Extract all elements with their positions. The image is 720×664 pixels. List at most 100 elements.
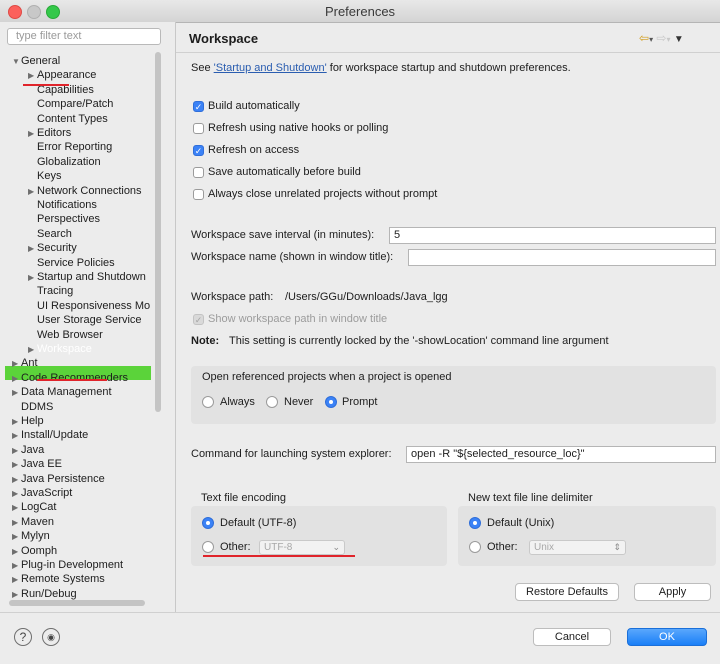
collapsed-triangle-icon[interactable]: ▶ bbox=[12, 487, 21, 501]
collapsed-triangle-icon[interactable]: ▶ bbox=[12, 429, 21, 443]
sidebar-item-ddms[interactable]: DDMS bbox=[12, 400, 53, 414]
delimiter-default-label: Default (Unix) bbox=[487, 517, 555, 529]
forward-icon[interactable]: ⇨ bbox=[656, 31, 666, 45]
sidebar-item-compare-patch[interactable]: Compare/Patch bbox=[28, 97, 113, 111]
sidebar-item-mylyn[interactable]: ▶ Mylyn bbox=[12, 529, 50, 543]
sidebar-item-label: Install/Update bbox=[21, 429, 89, 442]
sidebar-item-keys[interactable]: Keys bbox=[28, 169, 61, 183]
show-path-checkbox: ✓ bbox=[193, 314, 204, 325]
sidebar-item-editors[interactable]: ▶ Editors bbox=[28, 126, 71, 140]
sidebar-item-notifications[interactable]: Notifications bbox=[28, 198, 97, 212]
encoding-other-radio[interactable] bbox=[202, 541, 214, 553]
sidebar-item-workspace[interactable]: ▶ Workspace bbox=[28, 342, 92, 356]
sidebar-item-java-ee[interactable]: ▶ Java EE bbox=[12, 457, 62, 471]
encoding-default-radio[interactable] bbox=[202, 517, 214, 529]
sidebar-item-web-browser[interactable]: Web Browser bbox=[28, 328, 103, 342]
sidebar-item-run-debug[interactable]: ▶ Run/Debug bbox=[12, 587, 77, 601]
forward-menu-icon[interactable]: ▾ bbox=[666, 35, 670, 44]
sidebar-item-code-recommenders[interactable]: ▶ Code Recommenders bbox=[12, 371, 128, 385]
sidebar-item-java[interactable]: ▶ Java bbox=[12, 443, 44, 457]
collapsed-triangle-icon[interactable]: ▶ bbox=[12, 386, 21, 400]
sidebar-item-data-management[interactable]: ▶ Data Management bbox=[12, 385, 112, 399]
restore-defaults-button[interactable]: Restore Defaults bbox=[515, 583, 619, 601]
collapsed-triangle-icon[interactable]: ▶ bbox=[28, 271, 37, 285]
collapsed-triangle-icon[interactable]: ▶ bbox=[28, 343, 37, 357]
sidebar-item-javascript[interactable]: ▶ JavaScript bbox=[12, 486, 72, 500]
checkbox-always-close-unrelated-projects-without-prompt[interactable] bbox=[193, 189, 204, 200]
collapsed-triangle-icon[interactable]: ▶ bbox=[12, 458, 21, 472]
sidebar-item-error-reporting[interactable]: Error Reporting bbox=[28, 140, 112, 154]
checkbox-refresh-using-native-hooks-or-polling[interactable] bbox=[193, 123, 204, 134]
sidebar-item-perspectives[interactable]: Perspectives bbox=[28, 212, 100, 226]
checkbox-build-automatically[interactable]: ✓ bbox=[193, 101, 204, 112]
sidebar-item-search[interactable]: Search bbox=[28, 227, 72, 241]
sidebar-item-logcat[interactable]: ▶ LogCat bbox=[12, 500, 56, 514]
apply-button[interactable]: Apply bbox=[634, 583, 711, 601]
collapsed-triangle-icon[interactable]: ▶ bbox=[12, 372, 21, 386]
collapsed-triangle-icon[interactable]: ▶ bbox=[28, 69, 37, 83]
annotation-underline bbox=[203, 555, 355, 557]
sidebar-item-install-update[interactable]: ▶ Install/Update bbox=[12, 428, 88, 442]
delimiter-other-radio[interactable] bbox=[469, 541, 481, 553]
sidebar-item-label: Editors bbox=[37, 127, 72, 139]
sidebar-item-security[interactable]: ▶ Security bbox=[28, 241, 77, 255]
sidebar-item-content-types[interactable]: Content Types bbox=[28, 112, 108, 126]
delimiter-default-radio[interactable] bbox=[469, 517, 481, 529]
sidebar-item-help[interactable]: ▶ Help bbox=[12, 414, 44, 428]
sidebar-item-startup-and-shutdown[interactable]: ▶ Startup and Shutdown bbox=[28, 270, 146, 284]
sidebar-item-remote-systems[interactable]: ▶ Remote Systems bbox=[12, 572, 105, 586]
sidebar-item-general[interactable]: ▼General bbox=[12, 54, 60, 68]
sidebar-item-appearance[interactable]: ▶ Appearance bbox=[28, 68, 96, 82]
collapsed-triangle-icon[interactable]: ▶ bbox=[12, 444, 21, 458]
collapsed-triangle-icon[interactable]: ▶ bbox=[12, 501, 21, 515]
sidebar-item-service-policies[interactable]: Service Policies bbox=[28, 256, 115, 270]
tree-horizontal-scrollbar[interactable] bbox=[9, 600, 145, 606]
save-interval-input[interactable]: 5 bbox=[389, 227, 716, 244]
collapsed-triangle-icon[interactable]: ▶ bbox=[12, 357, 21, 371]
back-menu-icon[interactable]: ▾ bbox=[649, 35, 653, 44]
collapsed-triangle-icon[interactable]: ▶ bbox=[28, 127, 37, 141]
delimiter-other-label: Other: bbox=[487, 541, 518, 553]
tree-vertical-scrollbar[interactable] bbox=[155, 52, 161, 412]
cancel-button[interactable]: Cancel bbox=[533, 628, 611, 646]
sidebar-item-globalization[interactable]: Globalization bbox=[28, 155, 101, 169]
sidebar-item-maven[interactable]: ▶ Maven bbox=[12, 515, 54, 529]
collapsed-triangle-icon[interactable]: ▶ bbox=[28, 185, 37, 199]
sidebar-item-ui-responsiveness-mo[interactable]: UI Responsiveness Mo bbox=[28, 299, 150, 313]
collapsed-triangle-icon[interactable]: ▶ bbox=[12, 530, 21, 544]
radio-prompt[interactable] bbox=[325, 396, 337, 408]
collapsed-triangle-icon[interactable]: ▶ bbox=[12, 415, 21, 429]
collapsed-triangle-icon[interactable]: ▶ bbox=[12, 516, 21, 530]
collapsed-triangle-icon[interactable]: ▶ bbox=[28, 242, 37, 256]
sidebar-item-network-connections[interactable]: ▶ Network Connections bbox=[28, 184, 142, 198]
startup-shutdown-link[interactable]: 'Startup and Shutdown' bbox=[214, 62, 327, 74]
sidebar-item-label: Help bbox=[21, 415, 44, 427]
help-icon[interactable]: ? bbox=[14, 628, 32, 646]
checkbox-save-automatically-before-build[interactable] bbox=[193, 167, 204, 178]
collapsed-triangle-icon[interactable]: ▶ bbox=[12, 545, 21, 559]
sidebar-item-tracing[interactable]: Tracing bbox=[28, 284, 73, 298]
sidebar-item-oomph[interactable]: ▶ Oomph bbox=[12, 544, 57, 558]
import-export-icon[interactable]: ◉ bbox=[42, 628, 60, 646]
sidebar-item-ant[interactable]: ▶ Ant bbox=[12, 356, 38, 370]
radio-always[interactable] bbox=[202, 396, 214, 408]
ok-button[interactable]: OK bbox=[627, 628, 707, 646]
expanded-triangle-icon[interactable]: ▼ bbox=[12, 55, 21, 69]
collapsed-triangle-icon[interactable]: ▶ bbox=[12, 573, 21, 587]
checkbox-refresh-on-access[interactable]: ✓ bbox=[193, 145, 204, 156]
sidebar-item-java-persistence[interactable]: ▶ Java Persistence bbox=[12, 472, 105, 486]
collapsed-triangle-icon[interactable]: ▶ bbox=[12, 559, 21, 573]
view-menu-icon[interactable]: ▼ bbox=[674, 34, 684, 45]
collapsed-triangle-icon[interactable]: ▶ bbox=[12, 473, 21, 487]
encoding-other-value: UTF-8 bbox=[264, 542, 293, 553]
system-explorer-input[interactable]: open -R "${selected_resource_loc}" bbox=[406, 446, 716, 463]
sidebar-item-label: Data Management bbox=[21, 386, 112, 399]
radio-never[interactable] bbox=[266, 396, 278, 408]
sidebar-item-user-storage-service[interactable]: User Storage Service bbox=[28, 313, 142, 327]
page-title: Workspace bbox=[189, 31, 259, 46]
back-icon[interactable]: ⇦ bbox=[639, 31, 649, 45]
filter-input[interactable]: type filter text bbox=[7, 28, 161, 45]
show-path-label: Show workspace path in window title bbox=[208, 313, 388, 325]
workspace-name-input[interactable] bbox=[408, 249, 716, 266]
sidebar-item-plug-in-development[interactable]: ▶ Plug-in Development bbox=[12, 558, 123, 572]
